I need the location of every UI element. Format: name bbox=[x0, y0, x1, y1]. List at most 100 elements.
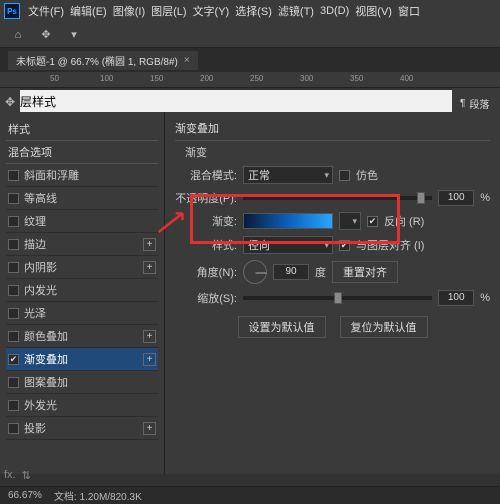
menu-edit[interactable]: 编辑(E) bbox=[70, 3, 107, 19]
add-effect-icon[interactable]: + bbox=[143, 330, 156, 343]
style-row-内发光[interactable]: 内发光 bbox=[6, 279, 158, 302]
style-checkbox[interactable] bbox=[8, 400, 19, 411]
ruler-tick: 350 bbox=[350, 74, 363, 83]
scale-slider[interactable] bbox=[243, 296, 432, 300]
opacity-value[interactable]: 100 bbox=[438, 190, 474, 206]
add-effect-icon[interactable]: + bbox=[143, 238, 156, 251]
style-checkbox[interactable] bbox=[8, 170, 19, 181]
add-effect-icon[interactable]: + bbox=[143, 353, 156, 366]
reverse-checkbox[interactable] bbox=[367, 216, 378, 227]
style-label: 斜面和浮雕 bbox=[24, 167, 79, 183]
ruler-tick: 400 bbox=[400, 74, 413, 83]
menu-3d[interactable]: 3D(D) bbox=[320, 5, 349, 17]
dither-checkbox[interactable] bbox=[339, 170, 350, 181]
style-label: 外发光 bbox=[24, 397, 57, 413]
style-label: 渐变叠加 bbox=[24, 351, 68, 367]
options-bar: ⌂ ✥ ▾ bbox=[0, 22, 500, 48]
horizontal-ruler: 50 100 150 200 250 300 350 400 bbox=[0, 72, 500, 88]
style-row-描边[interactable]: 描边 + bbox=[6, 233, 158, 256]
menu-layer[interactable]: 图层(L) bbox=[151, 3, 186, 19]
move-tool-icon[interactable]: ✥ bbox=[36, 25, 56, 45]
dialog-title-bar: 图层样式 bbox=[0, 90, 500, 112]
style-label: 内发光 bbox=[24, 282, 57, 298]
style-checkbox[interactable] bbox=[8, 423, 19, 434]
blend-mode-select[interactable]: 正常 bbox=[243, 166, 333, 184]
style-row-等高线[interactable]: 等高线 bbox=[6, 187, 158, 210]
menu-filter[interactable]: 滤镜(T) bbox=[278, 3, 314, 19]
fx-icon[interactable]: fx. bbox=[4, 469, 16, 482]
style-checkbox[interactable] bbox=[8, 262, 19, 273]
menu-type[interactable]: 文字(Y) bbox=[193, 3, 230, 19]
make-default-button[interactable]: 设置为默认值 bbox=[238, 316, 326, 338]
close-icon[interactable]: × bbox=[184, 55, 190, 66]
add-effect-icon[interactable]: + bbox=[143, 261, 156, 274]
menu-image[interactable]: 图像(I) bbox=[113, 3, 145, 19]
style-label: 投影 bbox=[24, 420, 46, 436]
style-label: 样式: bbox=[175, 237, 237, 253]
style-checkbox[interactable] bbox=[8, 285, 19, 296]
scale-value[interactable]: 100 bbox=[438, 290, 474, 306]
dither-label: 仿色 bbox=[356, 167, 378, 183]
style-row-颜色叠加[interactable]: 颜色叠加 + bbox=[6, 325, 158, 348]
style-row-图案叠加[interactable]: 图案叠加 bbox=[6, 371, 158, 394]
style-checkbox[interactable] bbox=[8, 377, 19, 388]
angle-dial[interactable] bbox=[243, 260, 267, 284]
align-checkbox[interactable] bbox=[339, 240, 350, 251]
angle-value[interactable]: 90 bbox=[273, 264, 309, 280]
gradient-picker[interactable] bbox=[243, 213, 333, 229]
style-row-光泽[interactable]: 光泽 bbox=[6, 302, 158, 325]
style-select[interactable]: 径向 bbox=[243, 236, 333, 254]
styles-list: 样式 混合选项 斜面和浮雕等高线纹理描边 + 内阴影 + 内发光光泽颜色叠加 + 渐变叠加 +… bbox=[0, 112, 165, 474]
style-row-内阴影[interactable]: 内阴影 + bbox=[6, 256, 158, 279]
gradient-overlay-settings: 渐变叠加 渐变 混合模式: 正常 仿色 不透明度(P): 100 % 渐变: 反… bbox=[165, 112, 500, 474]
dropdown-icon[interactable]: ▾ bbox=[64, 25, 84, 45]
menu-select[interactable]: 选择(S) bbox=[235, 3, 272, 19]
style-checkbox[interactable] bbox=[8, 193, 19, 204]
document-size: 文档: 1.20M/820.3K bbox=[54, 488, 142, 503]
angle-label: 角度(N): bbox=[175, 264, 237, 280]
menu-file[interactable]: 文件(F) bbox=[28, 3, 64, 19]
styles-heading[interactable]: 样式 bbox=[6, 118, 158, 140]
reset-default-button[interactable]: 复位为默认值 bbox=[340, 316, 428, 338]
style-label: 纹理 bbox=[24, 213, 46, 229]
style-checkbox[interactable] bbox=[8, 239, 19, 250]
blending-options[interactable]: 混合选项 bbox=[6, 140, 158, 164]
scale-label: 缩放(S): bbox=[175, 290, 237, 306]
menu-window[interactable]: 窗口 bbox=[398, 3, 420, 19]
style-label: 光泽 bbox=[24, 305, 46, 321]
move-icon[interactable]: ✥ bbox=[0, 92, 20, 112]
ruler-tick: 50 bbox=[50, 74, 59, 83]
style-checkbox[interactable] bbox=[8, 354, 19, 365]
opacity-slider[interactable] bbox=[243, 196, 432, 200]
style-label: 内阴影 bbox=[24, 259, 57, 275]
home-icon[interactable]: ⌂ bbox=[8, 25, 28, 45]
style-row-斜面和浮雕[interactable]: 斜面和浮雕 bbox=[6, 164, 158, 187]
align-label: 与图层对齐 (I) bbox=[356, 237, 424, 253]
style-checkbox[interactable] bbox=[8, 308, 19, 319]
app-logo-icon: Ps bbox=[4, 3, 20, 19]
layer-style-dialog: 样式 混合选项 斜面和浮雕等高线纹理描边 + 内阴影 + 内发光光泽颜色叠加 + 渐变叠加 +… bbox=[0, 112, 500, 474]
ruler-tick: 150 bbox=[150, 74, 163, 83]
reset-align-button[interactable]: 重置对齐 bbox=[332, 261, 398, 283]
opacity-label: 不透明度(P): bbox=[175, 190, 237, 206]
document-tab[interactable]: 未标题-1 @ 66.7% (椭圆 1, RGB/8#) × bbox=[8, 51, 198, 70]
ruler-tick: 200 bbox=[200, 74, 213, 83]
zoom-level[interactable]: 66.67% bbox=[8, 490, 42, 501]
style-label: 描边 bbox=[24, 236, 46, 252]
arrows-icon[interactable]: ⇅ bbox=[22, 469, 31, 482]
style-label: 颜色叠加 bbox=[24, 328, 68, 344]
style-row-外发光[interactable]: 外发光 bbox=[6, 394, 158, 417]
style-row-渐变叠加[interactable]: 渐变叠加 + bbox=[6, 348, 158, 371]
menu-view[interactable]: 视图(V) bbox=[355, 3, 392, 19]
status-bar: 66.67% 文档: 1.20M/820.3K bbox=[0, 486, 500, 504]
style-checkbox[interactable] bbox=[8, 216, 19, 227]
blend-mode-label: 混合模式: bbox=[175, 167, 237, 183]
style-checkbox[interactable] bbox=[8, 331, 19, 342]
add-effect-icon[interactable]: + bbox=[143, 422, 156, 435]
gradient-dropdown[interactable] bbox=[339, 212, 361, 230]
ruler-tick: 100 bbox=[100, 74, 113, 83]
dialog-footer-icons: fx. ⇅ bbox=[4, 469, 31, 482]
style-row-投影[interactable]: 投影 + bbox=[6, 417, 158, 440]
reverse-label: 反向 (R) bbox=[384, 213, 424, 229]
style-row-纹理[interactable]: 纹理 bbox=[6, 210, 158, 233]
